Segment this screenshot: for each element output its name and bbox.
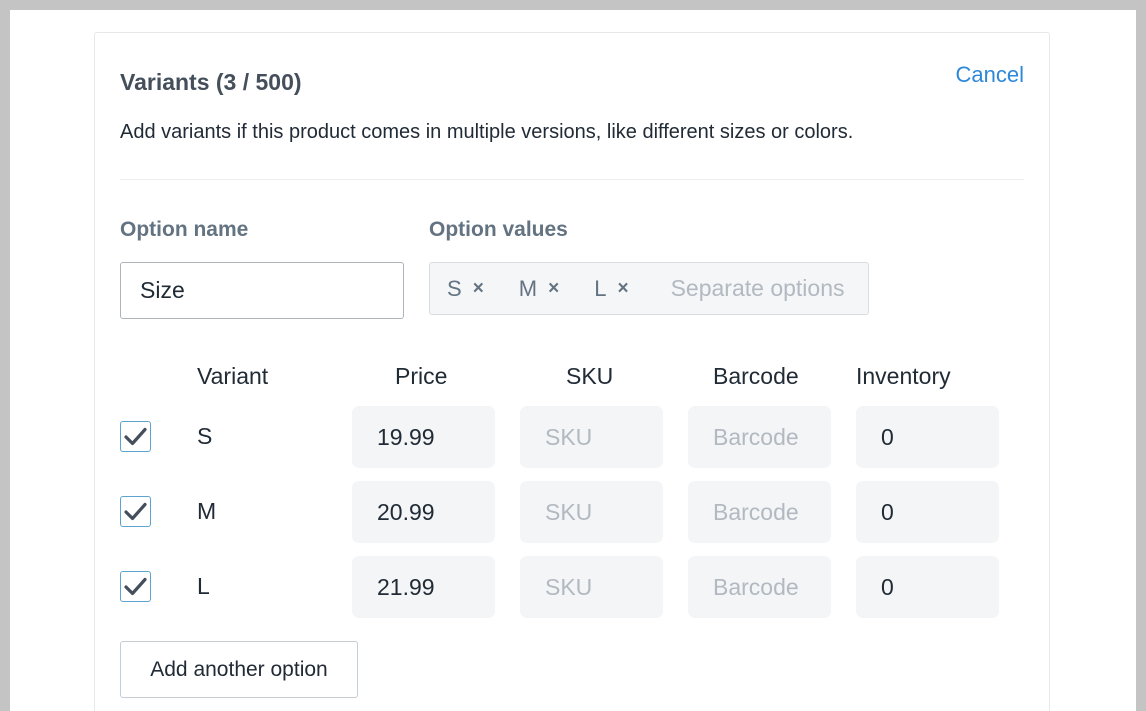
close-icon[interactable]: ×: [473, 278, 484, 300]
divider: [120, 179, 1024, 180]
barcode-input[interactable]: [688, 406, 831, 468]
option-tag-label: S: [447, 275, 462, 301]
variant-checkbox[interactable]: [120, 421, 151, 452]
variant-name: S: [197, 423, 213, 449]
sku-input[interactable]: [520, 556, 663, 618]
page-background: Variants (3 / 500) Cancel Add variants i…: [10, 10, 1136, 711]
barcode-input[interactable]: [688, 556, 831, 618]
column-header-inventory: Inventory: [856, 363, 951, 389]
price-input[interactable]: [352, 481, 495, 543]
option-values-label: Option values: [429, 218, 568, 241]
option-tag-label: M: [518, 275, 538, 301]
inventory-input[interactable]: [856, 481, 999, 543]
column-header-barcode: Barcode: [713, 363, 799, 389]
sku-input[interactable]: [520, 406, 663, 468]
variants-card: Variants (3 / 500) Cancel Add variants i…: [94, 32, 1050, 711]
card-title: Variants (3 / 500): [120, 69, 302, 95]
checkmark-icon: [124, 502, 147, 521]
variant-checkbox[interactable]: [120, 571, 151, 602]
option-tag: M ×: [519, 276, 559, 302]
variant-row: L: [95, 556, 1049, 618]
close-icon[interactable]: ×: [548, 278, 559, 300]
card-description: Add variants if this product comes in mu…: [120, 121, 854, 143]
column-header-sku: SKU: [566, 363, 614, 389]
close-icon[interactable]: ×: [617, 278, 628, 300]
price-input[interactable]: [352, 556, 495, 618]
option-tag-label: L: [594, 275, 607, 301]
variant-name: M: [197, 498, 217, 524]
option-name-input[interactable]: [120, 262, 404, 319]
option-name-label: Option name: [120, 218, 249, 241]
add-another-option-button[interactable]: Add another option: [120, 641, 358, 698]
column-header-price: Price: [395, 363, 448, 389]
inventory-input[interactable]: [856, 406, 999, 468]
column-header-variant: Variant: [197, 363, 269, 389]
option-tag: L ×: [594, 276, 628, 302]
checkmark-icon: [124, 427, 147, 446]
variant-row: M: [95, 481, 1049, 543]
option-tag: S ×: [447, 276, 484, 302]
variant-checkbox[interactable]: [120, 496, 151, 527]
cancel-link[interactable]: Cancel: [956, 62, 1024, 88]
sku-input[interactable]: [520, 481, 663, 543]
variant-name: L: [197, 573, 210, 599]
option-values-field[interactable]: S × M × L ×: [429, 262, 869, 315]
barcode-input[interactable]: [688, 481, 831, 543]
option-values-input[interactable]: [670, 275, 846, 302]
variant-row: S: [95, 406, 1049, 468]
inventory-input[interactable]: [856, 556, 999, 618]
checkmark-icon: [124, 577, 147, 596]
price-input[interactable]: [352, 406, 495, 468]
